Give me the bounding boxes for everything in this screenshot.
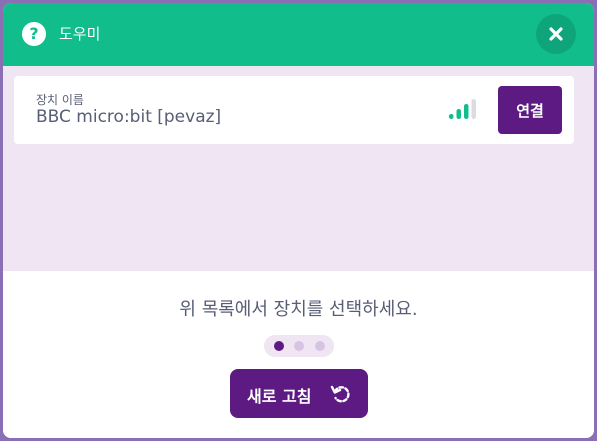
- device-list-item: 장치 이름 BBC micro:bit [pevaz] 연결: [14, 76, 574, 144]
- signal-strength-icon: [449, 99, 476, 119]
- step-indicator: [264, 335, 334, 357]
- device-name: BBC micro:bit [pevaz]: [36, 107, 222, 127]
- device-name-label: 장치 이름: [36, 93, 84, 107]
- close-button[interactable]: [536, 14, 576, 54]
- instruction-text: 위 목록에서 장치를 선택하세요.: [179, 299, 418, 320]
- signal-bar-1: [449, 114, 454, 119]
- step-dot-2: [294, 341, 304, 351]
- refresh-icon: [330, 385, 350, 403]
- question-circle-icon[interactable]: ?: [22, 22, 46, 46]
- connect-button[interactable]: 연결: [498, 86, 562, 134]
- refresh-button[interactable]: 새로 고침: [230, 369, 368, 418]
- signal-bar-2: [456, 109, 461, 119]
- connection-dialog: ? 도우미 장치 이름 BBC micro:bit [pevaz] 연결 위 목…: [3, 3, 594, 438]
- step-dot-3: [315, 341, 325, 351]
- device-list: 장치 이름 BBC micro:bit [pevaz] 연결: [3, 66, 594, 271]
- dialog-header: ? 도우미: [3, 3, 594, 66]
- dialog-footer: 위 목록에서 장치를 선택하세요. 새로 고침: [3, 271, 594, 438]
- step-dot-1: [274, 341, 284, 351]
- dialog-title: 도우미: [59, 25, 101, 43]
- signal-bar-4: [471, 99, 476, 119]
- refresh-label: 새로 고침: [247, 387, 312, 406]
- signal-bar-3: [464, 104, 469, 119]
- close-icon: [549, 27, 563, 41]
